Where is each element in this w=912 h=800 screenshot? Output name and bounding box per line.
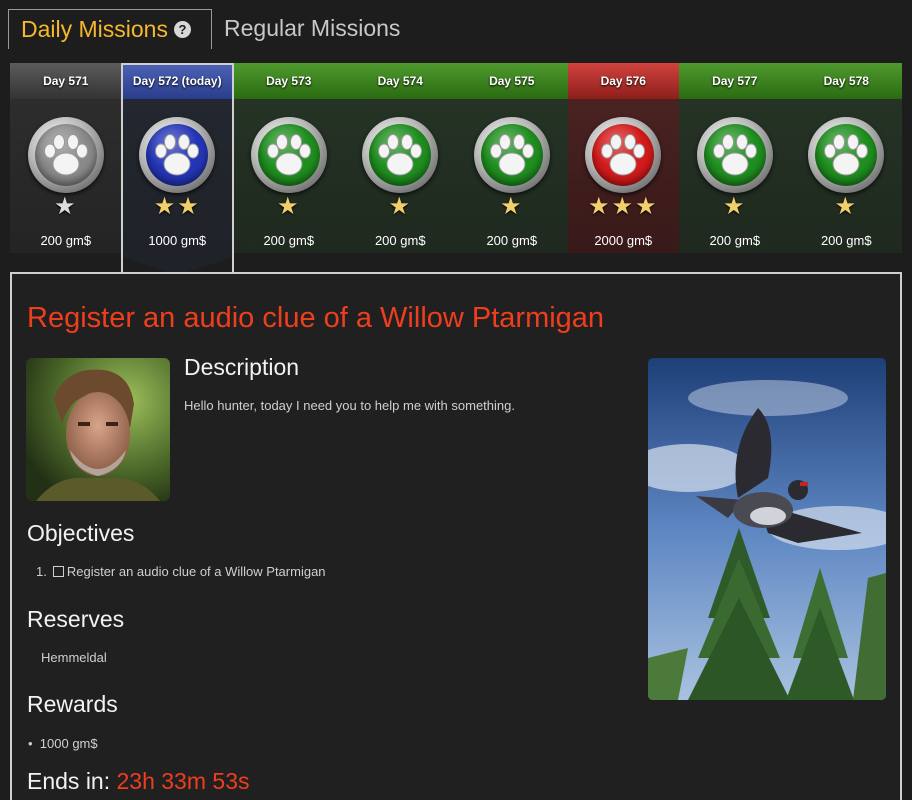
- day-body: ★ 200 gm$: [233, 99, 345, 253]
- day-body: ★ 200 gm$: [679, 99, 791, 253]
- help-icon[interactable]: ?: [173, 21, 191, 38]
- objectives-list: 1. Register an audio clue of a Willow Pta…: [36, 564, 326, 579]
- day-label: Day 574: [344, 63, 456, 99]
- paw-medal-icon: [362, 117, 439, 193]
- reward-amount: 2000 gm$: [594, 233, 653, 248]
- objective-number: 1.: [36, 564, 47, 579]
- day-card[interactable]: Day 574 ★ 200 gm$: [344, 63, 456, 253]
- day-card[interactable]: Day 576 ★★★ 2000 gm$: [567, 63, 679, 253]
- day-body: ★ 200 gm$: [10, 99, 122, 253]
- reward-amount: 200 gm$: [40, 233, 92, 248]
- paw-medal-icon: [585, 117, 662, 193]
- day-label: Day 578: [790, 63, 902, 99]
- tab-daily-missions[interactable]: Daily Missions?: [8, 9, 212, 49]
- tab-regular-missions[interactable]: Regular Missions: [224, 9, 400, 49]
- day-body: ★ 200 gm$: [344, 99, 456, 253]
- day-card[interactable]: Day 572 (today) ★★ 1000 gm$: [121, 63, 233, 253]
- difficulty-stars: ★: [499, 193, 524, 220]
- difficulty-stars: ★★★: [587, 193, 659, 220]
- mission-bird-image: [648, 358, 886, 700]
- difficulty-stars: ★★: [153, 193, 201, 220]
- reserves-heading: Reserves: [27, 606, 125, 632]
- rewards-heading: Rewards: [27, 691, 118, 717]
- mission-title: Register an audio clue of a Willow Ptarm…: [27, 302, 605, 334]
- reserve-name: Hemmeldal: [41, 650, 107, 665]
- day-body: ★ 200 gm$: [790, 99, 902, 253]
- mission-detail-panel: Register an audio clue of a Willow Ptarm…: [10, 272, 902, 800]
- day-card[interactable]: Day 578 ★ 200 gm$: [790, 63, 902, 253]
- mission-tabs: Daily Missions? Regular Missions: [0, 0, 912, 56]
- reward-amount: 200 gm$: [263, 233, 315, 248]
- day-body: ★ 200 gm$: [456, 99, 568, 253]
- day-label: Day 577: [679, 63, 791, 99]
- paw-medal-icon: [139, 117, 216, 193]
- day-label: Day 572 (today): [121, 63, 233, 99]
- day-body: ★★★ 2000 gm$: [567, 99, 679, 253]
- day-label: Day 573 (tomorrow): [233, 63, 345, 124]
- paw-medal-icon: [27, 117, 104, 193]
- day-label: Day 576: [567, 63, 679, 99]
- ends-in-timer: 23h 33m 53s: [116, 768, 250, 794]
- paw-medal-icon: [696, 117, 773, 193]
- reward-amount: 200 gm$: [486, 233, 538, 248]
- days-strip: Day 571★200 gm$›Day 572 (today)★★1000 gm…: [10, 63, 902, 253]
- ends-in: Ends in: 23h 33m 53s: [27, 768, 249, 795]
- day-body: ★★ 1000 gm$: [121, 99, 233, 253]
- day-card[interactable]: Day 573 (tomorrow) ★ 200 gm$: [233, 63, 345, 253]
- day-card[interactable]: Day 575 ★ 200 gm$: [456, 63, 568, 253]
- difficulty-stars: ★: [834, 193, 858, 220]
- reward-amount: 200 gm$: [820, 233, 872, 248]
- objective-checkbox: [52, 566, 64, 577]
- tab-daily-label: Daily Missions: [21, 16, 168, 42]
- paw-medal-icon: [808, 117, 885, 193]
- bullet-icon: •: [28, 736, 33, 751]
- ends-in-label: Ends in:: [27, 768, 111, 794]
- difficulty-stars: ★: [276, 193, 301, 220]
- reward-item: • 1000 gm$: [28, 736, 98, 751]
- objective-text: Register an audio clue of a Willow Ptarm…: [66, 564, 326, 579]
- reward-text: 1000 gm$: [39, 736, 98, 751]
- objectives-heading: Objectives: [27, 520, 135, 546]
- paw-medal-icon: [473, 117, 550, 193]
- objective-item: 1. Register an audio clue of a Willow Pta…: [36, 564, 326, 579]
- day-card[interactable]: Day 571 ★ 200 gm$: [10, 63, 122, 253]
- reward-amount: 200 gm$: [374, 233, 426, 248]
- description-heading: Description: [184, 354, 300, 380]
- day-label: Day 571: [10, 63, 122, 99]
- day-card[interactable]: Day 577 ★ 200 gm$: [679, 63, 791, 253]
- reward-amount: 200 gm$: [709, 233, 761, 248]
- difficulty-stars: ★: [53, 193, 78, 220]
- reward-amount: 1000 gm$: [148, 233, 207, 248]
- npc-portrait: [26, 358, 170, 501]
- description-text: Hello hunter, today I need you to help m…: [184, 398, 515, 413]
- difficulty-stars: ★: [388, 193, 412, 220]
- difficulty-stars: ★: [722, 193, 747, 220]
- day-label: Day 575: [456, 63, 568, 99]
- paw-medal-icon: [250, 117, 327, 193]
